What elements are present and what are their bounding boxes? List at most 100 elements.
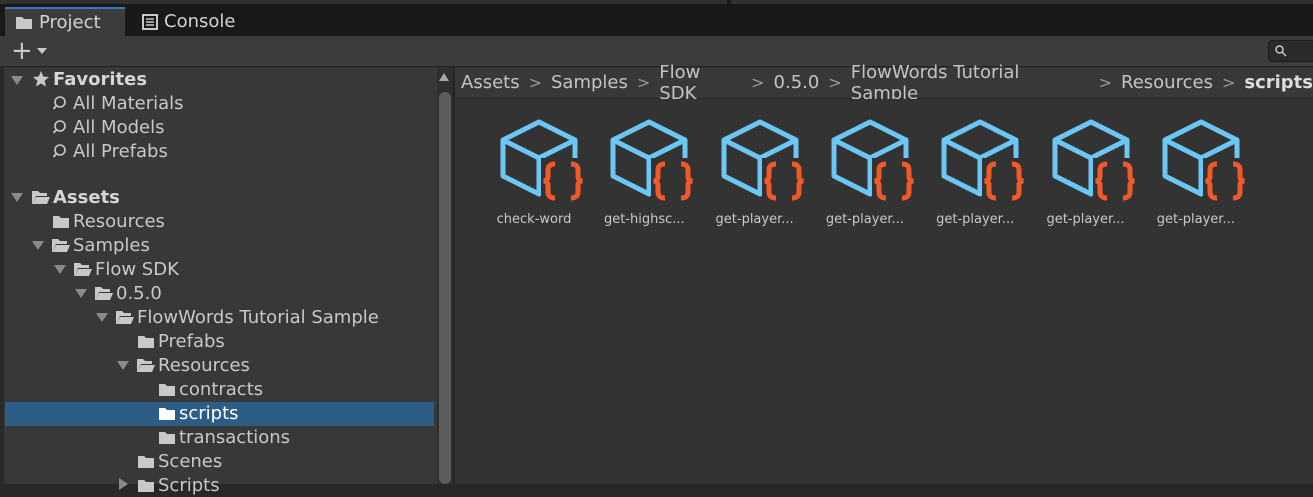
open-folder-icon: [73, 259, 93, 279]
tree-item-label: contracts: [179, 378, 264, 400]
plus-icon: +: [11, 36, 33, 66]
tree-item-scripts[interactable]: scripts: [157, 401, 239, 425]
expand-arrow-icon[interactable]: [75, 289, 87, 298]
expand-arrow-icon[interactable]: [54, 265, 66, 274]
breadcrumb-resources[interactable]: Resources: [1121, 72, 1213, 93]
tree-item-resources-2[interactable]: Resources: [136, 353, 250, 377]
folder-icon: [136, 475, 156, 495]
add-button[interactable]: +: [11, 36, 55, 66]
tab-project-label: Project: [39, 12, 101, 33]
folder-icon: [16, 17, 32, 29]
tree-item-label: Favorites: [53, 68, 148, 90]
asset-item[interactable]: get-player...: [700, 118, 810, 238]
tree-item-samples[interactable]: Samples: [51, 233, 150, 257]
script-asset-icon: [831, 119, 918, 202]
search-icon: [51, 93, 71, 113]
project-toolbar: [0, 36, 1313, 67]
tree-item-all-prefabs[interactable]: All Prefabs: [51, 139, 168, 163]
expand-arrow-icon[interactable]: [96, 313, 108, 322]
chevron-right-icon: >: [751, 73, 765, 92]
asset-item[interactable]: get-player...: [1031, 118, 1141, 238]
folder-icon: [157, 427, 177, 447]
asset-label: get-highsc...: [603, 212, 685, 227]
tree-item-label: All Models: [73, 116, 165, 138]
expand-arrow-icon[interactable]: [32, 241, 44, 250]
tree-item-contracts[interactable]: contracts: [157, 377, 263, 401]
tree-item-label: FlowWords Tutorial Sample: [137, 306, 379, 328]
tab-project[interactable]: Project: [5, 7, 125, 36]
expand-arrow-icon[interactable]: [117, 361, 129, 370]
tree-item-scripts-folder[interactable]: Scripts: [136, 473, 220, 497]
tree-item-label: All Materials: [73, 92, 184, 114]
tree-item-label: Resources: [73, 210, 165, 232]
script-asset-icon: [1052, 119, 1139, 202]
search-icon: [51, 141, 71, 161]
tree-item-scenes[interactable]: Scenes: [136, 449, 222, 473]
console-icon: [142, 13, 158, 30]
tree-item-transactions[interactable]: transactions: [157, 425, 290, 449]
search-input[interactable]: [1268, 40, 1313, 62]
script-asset-icon: [610, 119, 698, 202]
open-folder-icon: [136, 355, 156, 375]
tree-item-label: Resources: [158, 354, 250, 376]
asset-label: get-player...: [936, 212, 1015, 227]
chevron-right-icon: >: [636, 73, 651, 92]
folder-icon: [136, 331, 156, 351]
script-asset-icon: [500, 119, 587, 202]
panel-edge: [0, 67, 4, 484]
chevron-right-icon: >: [528, 73, 542, 92]
folder-icon: [51, 211, 71, 231]
breadcrumb: Assets > Samples > Flow SDK > 0.5.0 > Fl…: [455, 62, 1313, 104]
chevron-right-icon: >: [828, 73, 842, 92]
scroll-up-arrow-icon[interactable]: [439, 73, 449, 81]
asset-item[interactable]: get-player...: [810, 118, 920, 238]
open-folder-icon: [31, 187, 51, 207]
breadcrumb-assets[interactable]: Assets: [461, 72, 520, 93]
tree-item-version[interactable]: 0.5.0: [94, 281, 162, 305]
open-folder-icon: [51, 235, 71, 255]
tree-item-favorites[interactable]: Favorites: [31, 67, 147, 91]
breadcrumb-version[interactable]: 0.5.0: [774, 72, 820, 93]
asset-item[interactable]: get-highsc...: [589, 118, 699, 238]
tab-console[interactable]: Console: [138, 7, 262, 36]
chevron-right-icon: >: [1098, 73, 1113, 92]
tree-item-label: scripts: [179, 402, 239, 424]
chevron-right-icon: >: [1221, 73, 1236, 92]
open-folder-icon: [115, 307, 135, 327]
asset-label: get-player...: [825, 212, 904, 227]
window-strip: [731, 0, 1313, 4]
asset-item[interactable]: get-player...: [920, 118, 1030, 238]
breadcrumb-flowwords[interactable]: FlowWords Tutorial Sample: [851, 62, 1090, 104]
asset-label: get-player...: [715, 212, 794, 227]
asset-item[interactable]: check-word: [479, 118, 589, 238]
scrollbar-thumb[interactable]: [439, 92, 451, 484]
script-asset-icon: [721, 119, 808, 202]
script-asset-icon: [941, 119, 1029, 202]
tree-item-label: Flow SDK: [95, 258, 179, 280]
tree-item-assets[interactable]: Assets: [31, 185, 120, 209]
expand-arrow-icon[interactable]: [11, 76, 23, 85]
tree-item-label: Scenes: [158, 450, 223, 472]
asset-label: get-player...: [1046, 212, 1125, 227]
window-strip: [0, 0, 727, 4]
folder-icon: [136, 451, 156, 471]
breadcrumb-flow-sdk[interactable]: Flow SDK: [659, 62, 742, 104]
collapse-arrow-icon[interactable]: [119, 478, 128, 490]
asset-item[interactable]: get-player...: [1141, 118, 1251, 238]
asset-label: get-player...: [1156, 212, 1235, 227]
tree-item-prefabs[interactable]: Prefabs: [136, 329, 225, 353]
breadcrumb-scripts[interactable]: scripts: [1244, 72, 1313, 93]
tree-item-all-materials[interactable]: All Materials: [51, 91, 184, 115]
tree-item-flowwords[interactable]: FlowWords Tutorial Sample: [115, 305, 379, 329]
breadcrumb-samples[interactable]: Samples: [551, 72, 628, 93]
search-icon: [51, 117, 71, 137]
tab-console-label: Console: [164, 11, 236, 32]
search-icon: [1275, 45, 1287, 57]
tree-item-label: Samples: [73, 234, 150, 256]
tree-item-label: 0.5.0: [116, 282, 162, 304]
folder-icon: [157, 379, 177, 399]
tree-item-resources[interactable]: Resources: [51, 209, 165, 233]
expand-arrow-icon[interactable]: [11, 193, 23, 202]
tree-item-all-models[interactable]: All Models: [51, 115, 164, 139]
tree-item-flow-sdk[interactable]: Flow SDK: [73, 257, 179, 281]
